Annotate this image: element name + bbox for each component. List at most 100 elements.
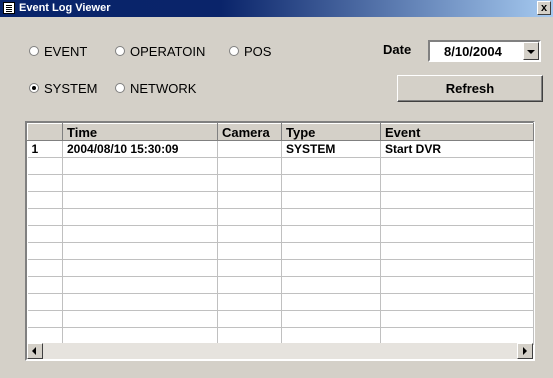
- chevron-down-icon[interactable]: [523, 42, 539, 60]
- table-cell: [380, 293, 534, 311]
- radio-indicator: [115, 46, 125, 56]
- table-cell: [281, 310, 381, 328]
- table-cell: [217, 276, 282, 294]
- filter-label: SYSTEM: [44, 80, 98, 96]
- column-header-time[interactable]: Time: [62, 123, 218, 141]
- filter-radio-system[interactable]: SYSTEM: [29, 80, 97, 96]
- table-cell: [281, 208, 381, 226]
- table-cell: 1: [27, 140, 63, 158]
- table-cell: [217, 293, 282, 311]
- scroll-right-arrow-icon[interactable]: [517, 343, 533, 359]
- table-cell: [281, 157, 381, 175]
- radio-indicator: [29, 46, 39, 56]
- scroll-left-arrow-icon[interactable]: [27, 343, 43, 359]
- table-cell: [217, 327, 282, 345]
- table-row[interactable]: [27, 242, 534, 260]
- table-row[interactable]: [27, 310, 534, 328]
- column-header-event[interactable]: Event: [380, 123, 534, 141]
- table-cell: [281, 191, 381, 209]
- horizontal-scrollbar[interactable]: [27, 343, 533, 359]
- table-cell: [281, 327, 381, 345]
- radio-indicator-checked: [29, 83, 39, 93]
- table-cell: [27, 157, 63, 175]
- table-cell: [380, 242, 534, 260]
- table-cell: [217, 157, 282, 175]
- table-cell: [217, 242, 282, 260]
- table-cell: 2004/08/10 15:30:09: [62, 140, 218, 158]
- table-cell: [62, 225, 218, 243]
- column-header-camera[interactable]: Camera: [217, 123, 282, 141]
- filter-radio-event[interactable]: EVENT: [29, 43, 87, 59]
- filter-radio-operatoin[interactable]: OPERATOIN: [115, 43, 205, 59]
- table-cell: [217, 191, 282, 209]
- filter-label: EVENT: [44, 43, 88, 59]
- table-cell: [217, 310, 282, 328]
- table-row[interactable]: [27, 157, 534, 175]
- table-header-row: Time Camera Type Event: [27, 123, 534, 141]
- table-cell: [62, 259, 218, 277]
- date-value: 8/10/2004: [444, 44, 502, 59]
- table-cell: [281, 293, 381, 311]
- column-header-type[interactable]: Type: [281, 123, 381, 141]
- table-row[interactable]: [27, 293, 534, 311]
- table-cell: [217, 140, 282, 158]
- table-row[interactable]: [27, 327, 534, 345]
- table-row[interactable]: [27, 276, 534, 294]
- date-label: Date: [383, 42, 412, 57]
- table-cell: [380, 157, 534, 175]
- table-cell: [380, 259, 534, 277]
- table-cell: [281, 276, 381, 294]
- table-cell: [62, 242, 218, 260]
- table-cell: [62, 174, 218, 192]
- column-header-index[interactable]: [27, 123, 63, 141]
- radio-indicator: [115, 83, 125, 93]
- table-cell: [27, 242, 63, 260]
- filter-radio-pos[interactable]: POS: [229, 43, 271, 59]
- table-cell: SYSTEM: [281, 140, 381, 158]
- table-cell: [281, 259, 381, 277]
- table-cell: [27, 310, 63, 328]
- title-bar[interactable]: Event Log Viewer x: [0, 0, 553, 17]
- table-row[interactable]: [27, 191, 534, 209]
- table-cell: [380, 191, 534, 209]
- table-row[interactable]: [27, 259, 534, 277]
- table-cell: [380, 276, 534, 294]
- table-cell: [380, 174, 534, 192]
- filter-label: POS: [244, 43, 272, 59]
- table-row[interactable]: [27, 174, 534, 192]
- table-cell: [62, 191, 218, 209]
- table-cell: [27, 174, 63, 192]
- table-cell: [27, 191, 63, 209]
- table-row[interactable]: [27, 225, 534, 243]
- table-cell: [380, 327, 534, 345]
- close-button[interactable]: x: [537, 1, 551, 15]
- table-cell: [62, 310, 218, 328]
- table-row[interactable]: 1 2004/08/10 15:30:09 SYSTEM Start DVR: [27, 140, 534, 158]
- table-cell: [62, 327, 218, 345]
- table-cell: [27, 259, 63, 277]
- table-cell: [27, 208, 63, 226]
- table-row[interactable]: [27, 208, 534, 226]
- filter-label: OPERATOIN: [130, 43, 206, 59]
- event-table: Time Camera Type Event 1 2004/08/10 15:30…: [27, 123, 534, 345]
- table-cell: [62, 157, 218, 175]
- event-log-window: Event Log Viewer x EVENT OPERATOIN POS S…: [0, 0, 553, 378]
- event-log-grid[interactable]: Time Camera Type Event 1 2004/08/10 15:30…: [25, 121, 535, 361]
- filter-label: NETWORK: [130, 80, 197, 96]
- date-dropdown[interactable]: 8/10/2004: [428, 40, 541, 62]
- table-cell: [217, 259, 282, 277]
- table-cell: Start DVR: [380, 140, 534, 158]
- table-cell: [281, 225, 381, 243]
- table-cell: [217, 208, 282, 226]
- table-cell: [27, 293, 63, 311]
- filter-radio-network[interactable]: NETWORK: [115, 80, 196, 96]
- table-cell: [27, 225, 63, 243]
- event-log-icon: [3, 2, 15, 14]
- table-cell: [62, 293, 218, 311]
- table-cell: [380, 208, 534, 226]
- table-cell: [217, 174, 282, 192]
- table-cell: [281, 174, 381, 192]
- radio-indicator: [229, 46, 239, 56]
- refresh-button[interactable]: Refresh: [397, 75, 543, 102]
- table-cell: [217, 225, 282, 243]
